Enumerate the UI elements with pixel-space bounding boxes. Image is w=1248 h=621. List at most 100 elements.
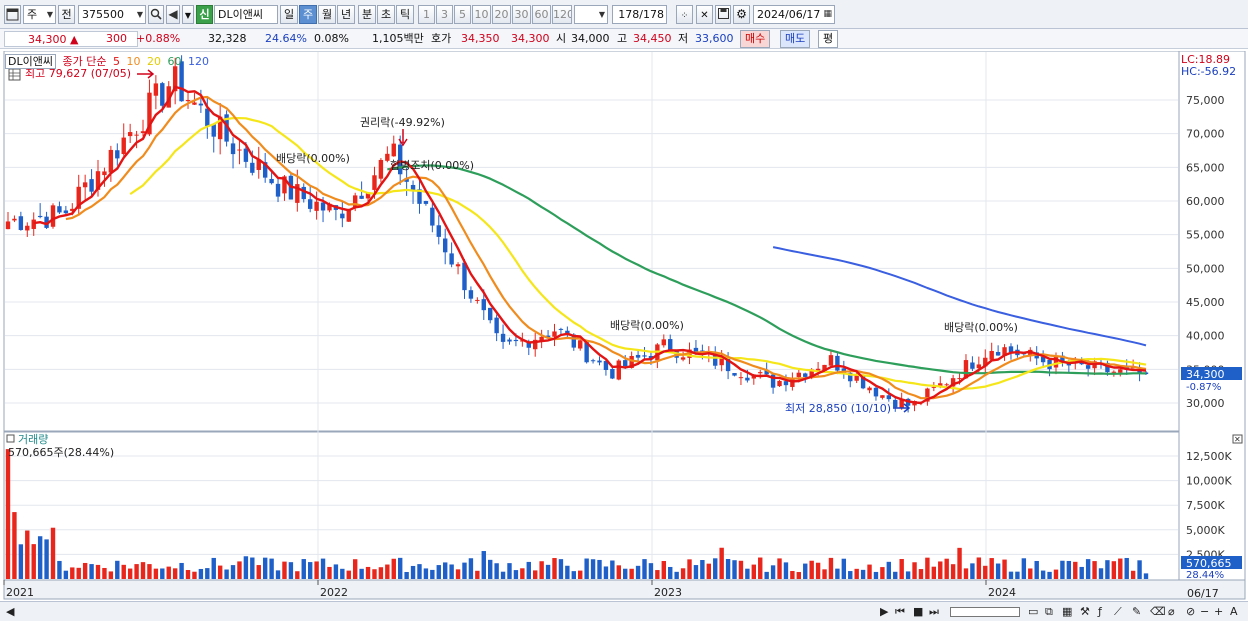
legend-ma120[interactable]: 120	[188, 55, 209, 68]
interval-5[interactable]: 5	[454, 5, 471, 24]
volume-bar	[12, 512, 17, 579]
candle-body	[796, 372, 802, 378]
price-change-pct: +0.88%	[136, 32, 181, 45]
layout-icon[interactable]: ▭	[1028, 605, 1038, 619]
prev-button[interactable]: 전	[58, 5, 75, 24]
date-field[interactable]: 2024/06/17 ▦	[753, 5, 835, 24]
tab-month[interactable]: 월	[318, 5, 336, 24]
chevron-down-icon[interactable]: ▼	[182, 5, 194, 24]
stock-chart[interactable]: 75,000 70,000 65,000 60,000 55,000 50,000 45,0…	[0, 50, 1248, 601]
candle-body	[31, 219, 36, 229]
sell-button[interactable]: 매도	[780, 30, 811, 48]
tool-icon[interactable]: ⚒	[1080, 605, 1090, 619]
volume-bar	[1130, 570, 1136, 579]
volume-bar	[822, 569, 827, 579]
eraser-icon[interactable]: ⌫	[1150, 605, 1166, 619]
candle-body	[18, 216, 24, 230]
stop-icon[interactable]: ■	[913, 605, 923, 619]
window-icon[interactable]	[4, 5, 21, 24]
fx-icon[interactable]: ƒ	[1098, 605, 1102, 619]
candle-body	[153, 83, 159, 96]
interval-120[interactable]: 120	[552, 5, 572, 24]
volume-bar	[102, 567, 107, 579]
grid-icon[interactable]: ▦	[1062, 605, 1072, 619]
volume-bar	[803, 563, 808, 579]
search-icon[interactable]	[148, 5, 164, 24]
candle-body	[590, 360, 596, 362]
legend-ma60[interactable]: 60	[167, 55, 181, 68]
save-icon[interactable]	[715, 5, 731, 24]
font-size-icon[interactable]: A	[1230, 605, 1238, 619]
candle-body	[436, 225, 441, 237]
scroll-right-icon[interactable]: ▶	[880, 605, 888, 619]
calendar-icon[interactable]: ▦	[823, 6, 832, 23]
volume-bar	[494, 563, 499, 579]
legend-ma20[interactable]: 20	[147, 55, 161, 68]
fast-forward-icon[interactable]: ⏭	[929, 605, 939, 619]
volume-bar	[1124, 557, 1129, 579]
legend-stock-name[interactable]: DL이앤씨	[5, 54, 56, 69]
volume-bar	[687, 559, 692, 579]
chevron-down-icon: ▼	[46, 10, 53, 19]
code-input[interactable]: 375500 ▼	[78, 5, 146, 24]
interval-1[interactable]: 1	[418, 5, 435, 24]
gear-icon[interactable]: ⚙	[733, 5, 750, 24]
open-label: 시	[556, 32, 567, 45]
pen-icon[interactable]: ✎	[1132, 605, 1141, 619]
speaker-icon[interactable]: ◀	[166, 5, 180, 24]
dots-icon[interactable]: ⁘	[676, 5, 693, 24]
legend-ma10[interactable]: 10	[126, 55, 140, 68]
interval-20[interactable]: 20	[492, 5, 511, 24]
volume-panel-icon[interactable]	[6, 434, 15, 443]
price-tick-label: 60,000	[1186, 195, 1225, 208]
crosshair-icon[interactable]: ✕	[696, 5, 713, 24]
volume-bar	[430, 569, 435, 579]
period-select[interactable]: 주 ▼	[23, 5, 56, 24]
volume-bar	[648, 563, 654, 579]
tab-minute[interactable]: 분	[358, 5, 376, 24]
count-field[interactable]: 178/178	[612, 5, 667, 24]
buy-button[interactable]: 매수	[740, 30, 771, 48]
volume-bar	[1111, 561, 1117, 579]
price-tick-label: 50,000	[1186, 262, 1225, 275]
volume-bar	[172, 568, 178, 579]
x-tick-label: 2024	[988, 586, 1016, 599]
clip-icon[interactable]: ⌀	[1168, 605, 1175, 619]
table-icon[interactable]	[8, 68, 21, 81]
zoom-in-icon[interactable]: +	[1214, 605, 1223, 619]
tab-tick[interactable]: 틱	[396, 5, 414, 24]
rewind-icon[interactable]: ⏮	[895, 605, 905, 619]
volume-bar	[751, 564, 757, 579]
volume-bar	[340, 568, 345, 579]
legend-ma5[interactable]: 5	[113, 55, 120, 68]
legend-ma-label[interactable]: 종가 단순	[62, 55, 106, 68]
tab-week[interactable]: 주	[299, 5, 317, 24]
trend-icon[interactable]: ⟋	[1114, 605, 1122, 619]
tab-day[interactable]: 일	[280, 5, 298, 24]
interval-10[interactable]: 10	[472, 5, 491, 24]
tab-second[interactable]: 초	[377, 5, 395, 24]
custom-interval-select[interactable]: ▼	[574, 5, 608, 24]
close-icon[interactable]: ✕	[1234, 435, 1241, 444]
candle-body	[468, 290, 474, 299]
x-axis-panel	[3, 579, 1246, 600]
interval-60[interactable]: 60	[532, 5, 551, 24]
tab-year[interactable]: 년	[337, 5, 355, 24]
interval-3[interactable]: 3	[436, 5, 453, 24]
interval-30[interactable]: 30	[512, 5, 531, 24]
copy-icon[interactable]: ⧉	[1045, 605, 1053, 619]
zoom-out-icon[interactable]: −	[1200, 605, 1209, 619]
zoom-reset-icon[interactable]: ⊘	[1186, 605, 1195, 619]
stock-name-field[interactable]: DL이앤씨	[214, 5, 278, 24]
date-value: 2024/06/17	[757, 8, 821, 21]
volume-bar	[307, 562, 313, 579]
volume-bar	[217, 565, 223, 579]
candle-body	[378, 159, 384, 179]
eval-button[interactable]: 평	[818, 30, 839, 48]
chart-area[interactable]: 75,000 70,000 65,000 60,000 55,000 50,000 45,0…	[0, 50, 1248, 601]
candle-body	[552, 331, 557, 337]
volume-bar	[256, 565, 261, 579]
scroll-slider[interactable]	[950, 607, 1020, 617]
volume-bar	[1137, 560, 1142, 579]
scroll-left-icon[interactable]: ◀	[6, 605, 14, 619]
